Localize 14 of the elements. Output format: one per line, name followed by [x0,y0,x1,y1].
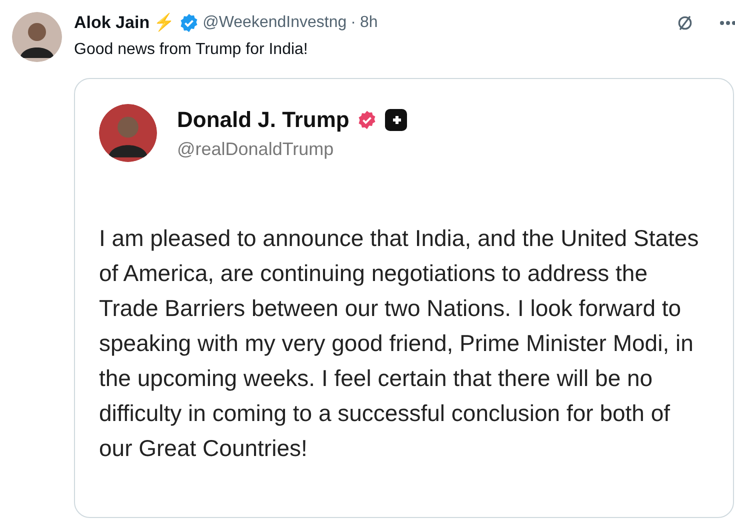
author-name[interactable]: Alok Jain [74,10,150,36]
lightning-emoji: ⚡ [154,12,175,34]
quoted-author-handle[interactable]: @realDonaldTrump [177,136,408,163]
quoted-post-text: I am pleased to announce that India, and the United States of America, are continuing negotiations to address the Trade Barriers between our two Nations. I look forward to speaking with my very good friend, Prime Minister Modi, in the upcoming weeks. I feel certain that there will be no difficulty in coming to a successful conclusion for both of our Great Countries! [99,224,700,463]
avatar[interactable] [12,12,62,62]
author-handle[interactable]: @WeekendInvestng [202,11,347,35]
plus-app-icon [385,108,408,130]
quoted-post-card[interactable] [74,78,734,518]
separator: · [350,13,356,33]
post-time[interactable]: 8h [360,11,378,35]
quoted-author-name[interactable]: Donald J. Trump [177,103,350,136]
avatar[interactable] [99,104,157,162]
post-text: Good news from Trump for India! [74,40,309,60]
more-icon[interactable] [719,20,735,26]
